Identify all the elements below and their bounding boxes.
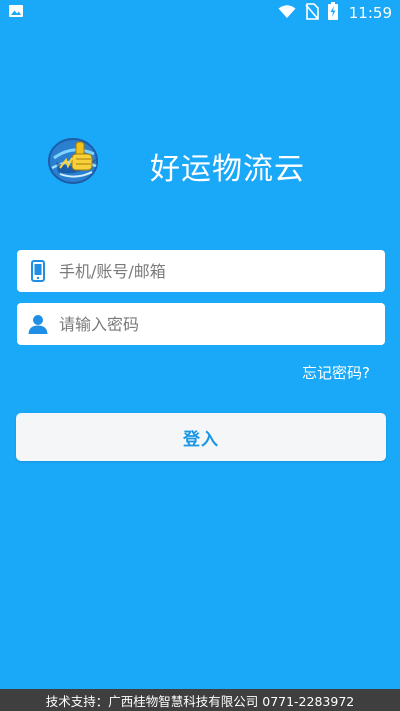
battery-charging-icon [327,2,338,24]
image-icon [8,3,24,23]
thumbs-up-globe-logo [48,138,98,184]
account-input[interactable] [59,251,369,291]
footer-support-text: 技术支持：广西桂物智慧科技有限公司 0771-2283972 [0,689,400,711]
user-icon [17,303,59,345]
no-sim-icon [305,2,319,24]
account-field[interactable] [17,250,385,292]
status-bar: 11:59 [0,0,400,26]
password-field[interactable] [17,303,385,345]
app-title: 好运物流云 [150,152,305,187]
app-logo [46,128,104,190]
forgot-password-link[interactable]: 忘记密码? [302,362,370,383]
login-button[interactable]: 登入 [16,413,386,461]
password-input[interactable] [59,304,369,344]
app-header: 好运物流云 [0,128,400,196]
wifi-icon [278,4,296,23]
status-time: 11:59 [348,4,392,22]
phone-icon [17,250,59,292]
